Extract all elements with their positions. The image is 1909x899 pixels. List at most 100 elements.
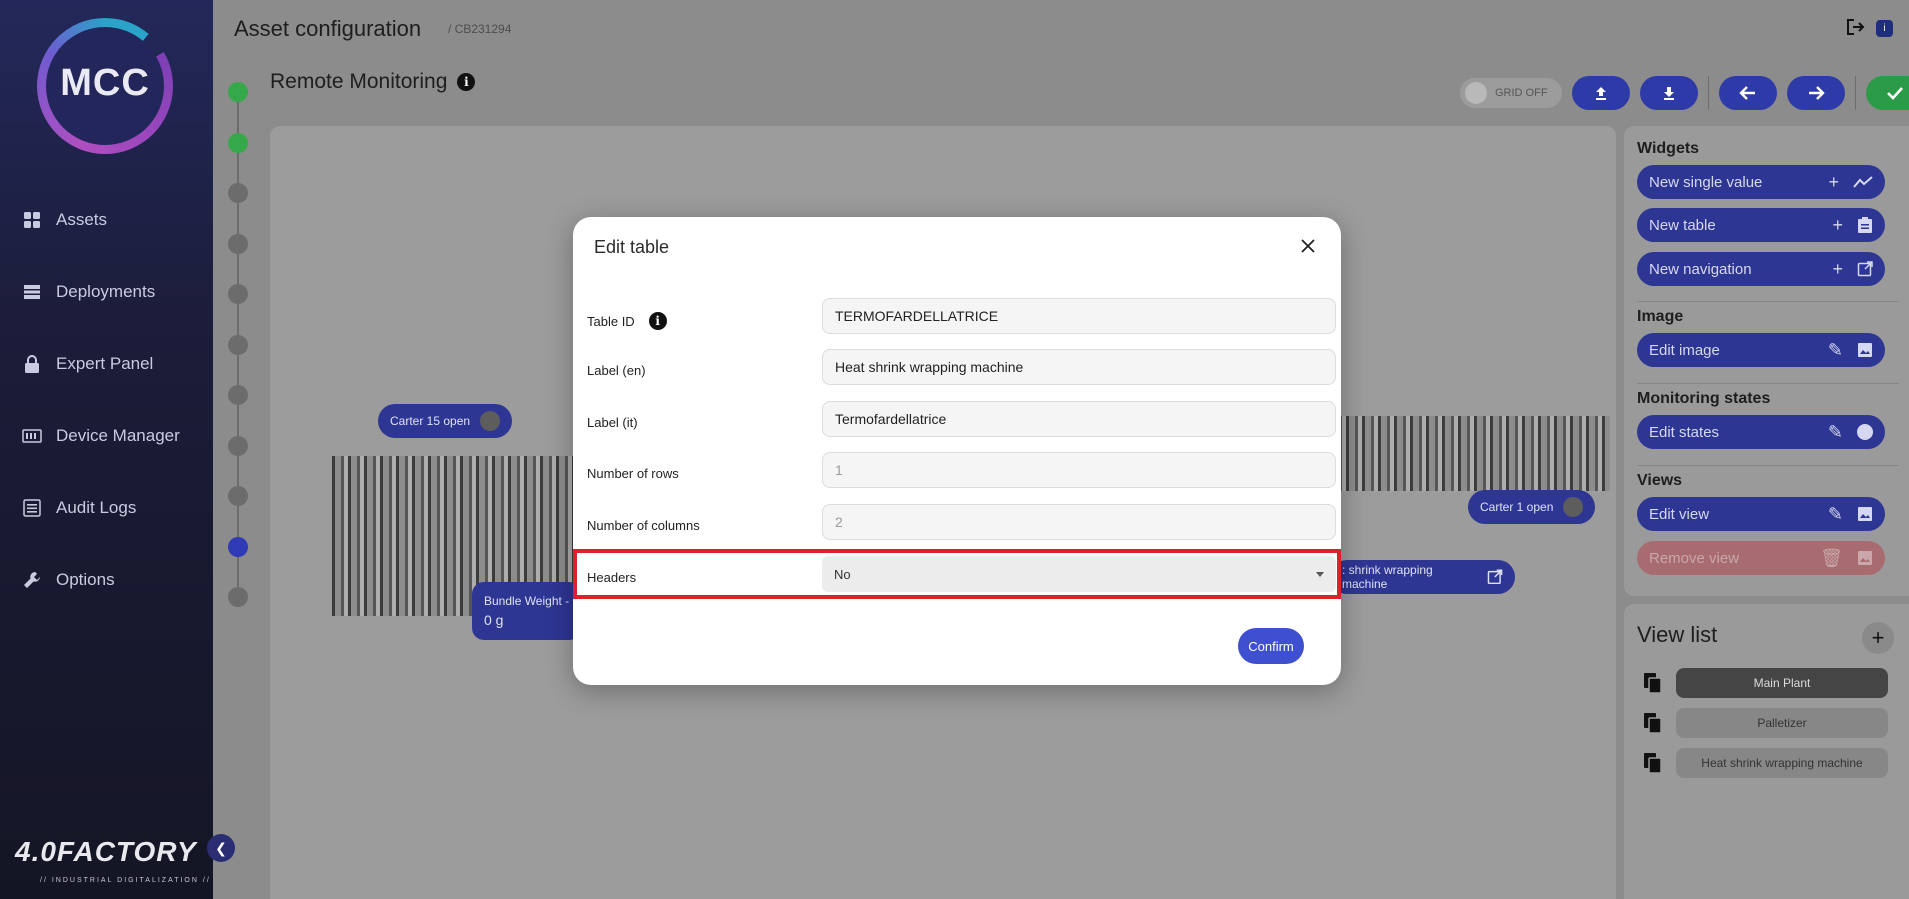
sidebar-item-assets[interactable]: Assets <box>22 210 107 230</box>
field-label: Number of rows <box>587 466 679 481</box>
step-11[interactable] <box>228 587 248 607</box>
step-10[interactable] <box>228 537 248 557</box>
field-headers: Headers No <box>587 556 1336 594</box>
edit-states-button[interactable]: Edit states ✎ <box>1637 415 1885 449</box>
image-icon <box>1858 343 1872 357</box>
chevron-down-icon <box>1316 571 1324 577</box>
status-dot <box>1563 497 1584 517</box>
tag-label: Bundle Weight - <box>484 594 570 608</box>
add-view-button[interactable]: + <box>1862 622 1894 654</box>
label-en-input[interactable] <box>822 349 1336 385</box>
view-list-item[interactable]: Palletizer <box>1676 708 1888 738</box>
step-9[interactable] <box>228 486 248 506</box>
tag-bundle-weight[interactable]: Bundle Weight - 0 g <box>472 582 582 640</box>
upload-icon <box>1596 87 1606 100</box>
label-it-input[interactable] <box>822 401 1336 437</box>
back-button[interactable] <box>1719 76 1777 110</box>
panel-divider <box>1637 301 1899 302</box>
sidebar: MCC Assets Deployments Expert Panel Devi… <box>0 0 213 899</box>
save-button[interactable] <box>1866 76 1909 110</box>
info-icon[interactable]: i <box>457 73 476 91</box>
tag-navigation-heat-shrink[interactable]: : shrink wrapping machine <box>1330 560 1515 594</box>
monitoring-states-title: Monitoring states <box>1637 390 1771 407</box>
field-label-en: Label (en) <box>587 349 1336 387</box>
sidebar-item-device-manager[interactable]: Device Manager <box>22 426 180 446</box>
tag-carter-15[interactable]: Carter 15 open <box>378 404 513 438</box>
grid-toggle-label: GRID OFF <box>1495 87 1548 99</box>
copy-icon[interactable] <box>1643 712 1663 734</box>
info-icon[interactable]: i <box>648 312 667 330</box>
edit-image-button[interactable]: Edit image ✎ <box>1637 333 1885 367</box>
edit-view-button[interactable]: Edit view ✎ <box>1637 497 1885 531</box>
sidebar-item-label: Expert Panel <box>56 354 154 373</box>
grid-toggle[interactable]: GRID OFF <box>1460 78 1562 108</box>
next-button[interactable] <box>1787 76 1845 110</box>
headers-select[interactable]: No <box>822 556 1336 592</box>
close-button[interactable] <box>1295 233 1321 259</box>
sidebar-item-label: Deployments <box>56 282 156 301</box>
brand-tagline: // INDUSTRIAL DIGITALIZATION // <box>40 877 211 884</box>
panel-divider <box>1637 383 1899 384</box>
new-table-button[interactable]: New table + <box>1637 208 1885 242</box>
image-icon <box>1858 551 1872 565</box>
new-navigation-button[interactable]: New navigation + <box>1637 252 1885 286</box>
close-icon <box>1301 239 1315 253</box>
button-label: New table <box>1649 216 1716 234</box>
step-7[interactable] <box>228 385 248 405</box>
step-8[interactable] <box>228 436 248 456</box>
copy-icon[interactable] <box>1643 752 1663 774</box>
status-dot <box>480 411 501 431</box>
check-icon <box>1887 87 1903 100</box>
step-3[interactable] <box>228 183 248 203</box>
field-label-it: Label (it) <box>587 401 1336 439</box>
button-label: New single value <box>1649 173 1763 191</box>
info-icon[interactable]: i <box>1876 19 1893 37</box>
tag-label: Carter 15 open <box>390 414 471 428</box>
trash-icon: 🗑 <box>1820 547 1843 568</box>
upload-button[interactable] <box>1572 76 1630 110</box>
table-id-input[interactable] <box>822 298 1336 334</box>
field-label: Headers <box>587 570 636 585</box>
remove-view-button[interactable]: Remove view 🗑 <box>1637 541 1885 575</box>
step-5[interactable] <box>228 284 248 304</box>
wrench-icon <box>22 570 42 590</box>
step-1[interactable] <box>228 82 248 102</box>
field-number-of-rows: Number of rows <box>587 452 1336 490</box>
button-label: Edit view <box>1649 505 1710 523</box>
tag-label: : shrink wrapping machine <box>1342 563 1433 591</box>
step-6[interactable] <box>228 335 248 355</box>
label-en-label: Label (en) <box>587 363 646 378</box>
step-2[interactable] <box>228 133 248 153</box>
view-list-item[interactable]: Main Plant <box>1676 668 1888 698</box>
view-list-item[interactable]: Heat shrink wrapping machine <box>1676 748 1888 778</box>
sidebar-collapse-button[interactable]: ❮ <box>207 834 235 862</box>
field-label: Number of columns <box>587 518 700 533</box>
rows-input <box>822 452 1336 488</box>
copy-icon[interactable] <box>1643 672 1663 694</box>
step-4[interactable] <box>228 234 248 254</box>
lock-icon <box>22 354 42 374</box>
asset-id: / CB231294 <box>448 22 512 36</box>
logout-icon[interactable] <box>1846 18 1866 38</box>
download-button[interactable] <box>1640 76 1698 110</box>
sidebar-item-deployments[interactable]: Deployments <box>22 282 155 302</box>
table-id-label: Table ID <box>587 313 635 329</box>
widgets-title: Widgets <box>1637 140 1700 157</box>
confirm-button[interactable]: Confirm <box>1238 628 1304 664</box>
external-link-icon <box>1488 569 1503 585</box>
machine-image-right <box>1330 416 1610 491</box>
chevron-left-icon: ❮ <box>215 839 227 856</box>
sidebar-item-options[interactable]: Options <box>22 570 115 590</box>
columns-input <box>822 504 1336 540</box>
toggle-knob <box>1465 82 1487 104</box>
button-label: Remove view <box>1649 549 1740 567</box>
sidebar-item-expert-panel[interactable]: Expert Panel <box>22 354 153 374</box>
new-single-value-button[interactable]: New single value + <box>1637 165 1885 199</box>
field-label: Label (en) <box>587 363 646 378</box>
field-label: Label (it) <box>587 415 638 430</box>
tag-carter-1[interactable]: Carter 1 open <box>1468 490 1596 524</box>
field-number-of-columns: Number of columns <box>587 504 1336 542</box>
arrow-left-icon <box>1739 86 1755 100</box>
sidebar-item-audit-logs[interactable]: Audit Logs <box>22 498 136 518</box>
sidebar-item-label: Options <box>56 570 115 589</box>
